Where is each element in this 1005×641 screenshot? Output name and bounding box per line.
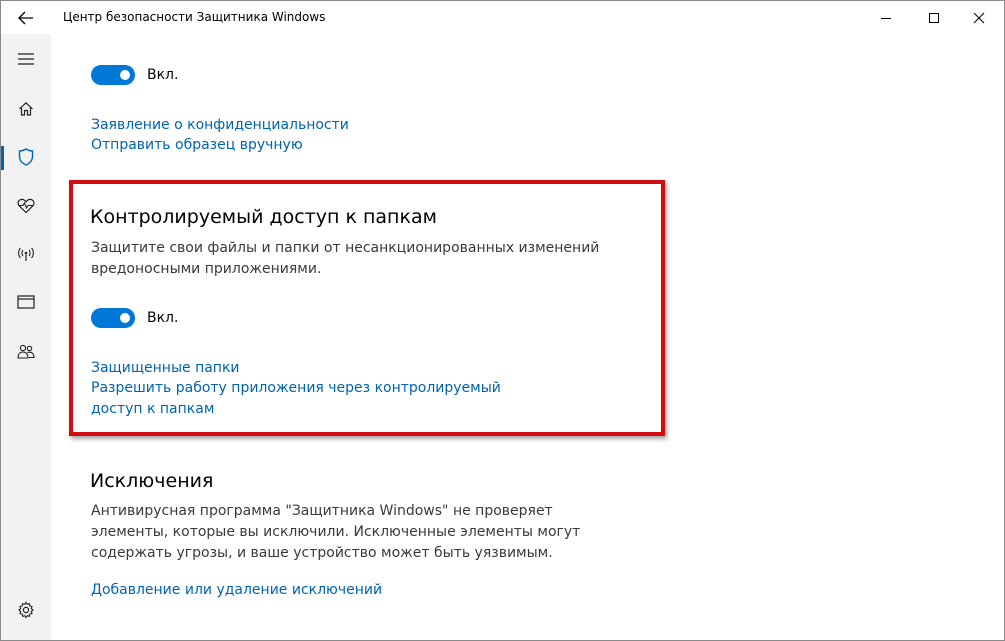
- minimize-icon: [881, 17, 891, 19]
- maximize-icon: [929, 12, 939, 23]
- submit-sample-link[interactable]: Отправить образец вручную: [91, 137, 303, 153]
- sidebar-item-virus-protection[interactable]: [1, 134, 51, 180]
- sidebar-item-device-health[interactable]: [1, 183, 51, 229]
- title-bar: Центр безопасности Защитника Windows: [1, 1, 1004, 34]
- cfa-description-line: Защитите свои файлы и папки от несанкцио…: [91, 240, 600, 256]
- window-title: Центр безопасности Защитника Windows: [63, 10, 326, 24]
- toggle-knob: [120, 70, 130, 80]
- close-icon: [973, 12, 985, 23]
- exclusions-description: Антивирусная программа "Защитника Window…: [91, 501, 611, 564]
- exclusions-description-line: Антивирусная программа "Защитника Window…: [91, 503, 553, 519]
- active-indicator: [1, 146, 4, 170]
- sidebar: [1, 34, 51, 640]
- top-toggle-row: Вкл.: [91, 65, 178, 85]
- main-content: Вкл. Заявление о конфиденциальности Отпр…: [51, 34, 1004, 640]
- protected-folders-link[interactable]: Защищенные папки: [91, 360, 240, 376]
- cfa-description: Защитите свои файлы и папки от несанкцио…: [91, 238, 631, 280]
- privacy-statement-link[interactable]: Заявление о конфиденциальности: [91, 117, 349, 133]
- sidebar-item-settings[interactable]: [1, 587, 51, 633]
- close-button[interactable]: [956, 1, 1002, 34]
- cfa-description-line: вредоносными приложениями.: [91, 261, 322, 277]
- antenna-icon: [18, 247, 34, 261]
- home-icon: [19, 101, 33, 116]
- browser-window-icon: [17, 295, 35, 309]
- cfa-title: Контролируемый доступ к папкам: [90, 206, 437, 228]
- allow-app-link[interactable]: Разрешить работу приложения через контро…: [91, 380, 501, 417]
- allow-app-link-line[interactable]: Разрешить работу приложения через контро…: [91, 380, 501, 396]
- exclusions-description-line: содержать угрозы, и ваше устройство може…: [91, 545, 553, 561]
- gear-icon: [18, 601, 34, 619]
- maximize-button[interactable]: [911, 1, 957, 34]
- cfa-toggle-switch[interactable]: [91, 308, 135, 328]
- back-button[interactable]: [1, 1, 51, 34]
- family-icon: [17, 344, 35, 359]
- hamburger-icon: [18, 53, 34, 65]
- sidebar-item-firewall[interactable]: [1, 231, 51, 277]
- heart-pulse-icon: [17, 198, 35, 214]
- top-toggle-switch[interactable]: [91, 65, 135, 85]
- exclusions-description-line: элементы, которые вы исключили. Исключен…: [91, 524, 581, 540]
- toggle-knob: [120, 313, 130, 323]
- exclusions-title: Исключения: [90, 470, 214, 492]
- add-remove-exclusions-link[interactable]: Добавление или удаление исключений: [91, 582, 382, 598]
- arrow-left-icon: [18, 11, 33, 24]
- minimize-button[interactable]: [863, 1, 909, 34]
- sidebar-item-menu[interactable]: [1, 36, 51, 82]
- top-toggle-label: Вкл.: [147, 67, 179, 83]
- cfa-toggle-row: Вкл.: [91, 308, 178, 328]
- sidebar-item-home[interactable]: [1, 86, 51, 132]
- allow-app-link-line[interactable]: доступ к папкам: [91, 401, 501, 417]
- sidebar-item-app-browser[interactable]: [1, 279, 51, 325]
- app-window: Центр безопасности Защитника Windows Вкл…: [0, 0, 1005, 641]
- shield-icon: [18, 148, 34, 166]
- sidebar-item-family[interactable]: [1, 329, 51, 375]
- cfa-toggle-label: Вкл.: [147, 310, 179, 326]
